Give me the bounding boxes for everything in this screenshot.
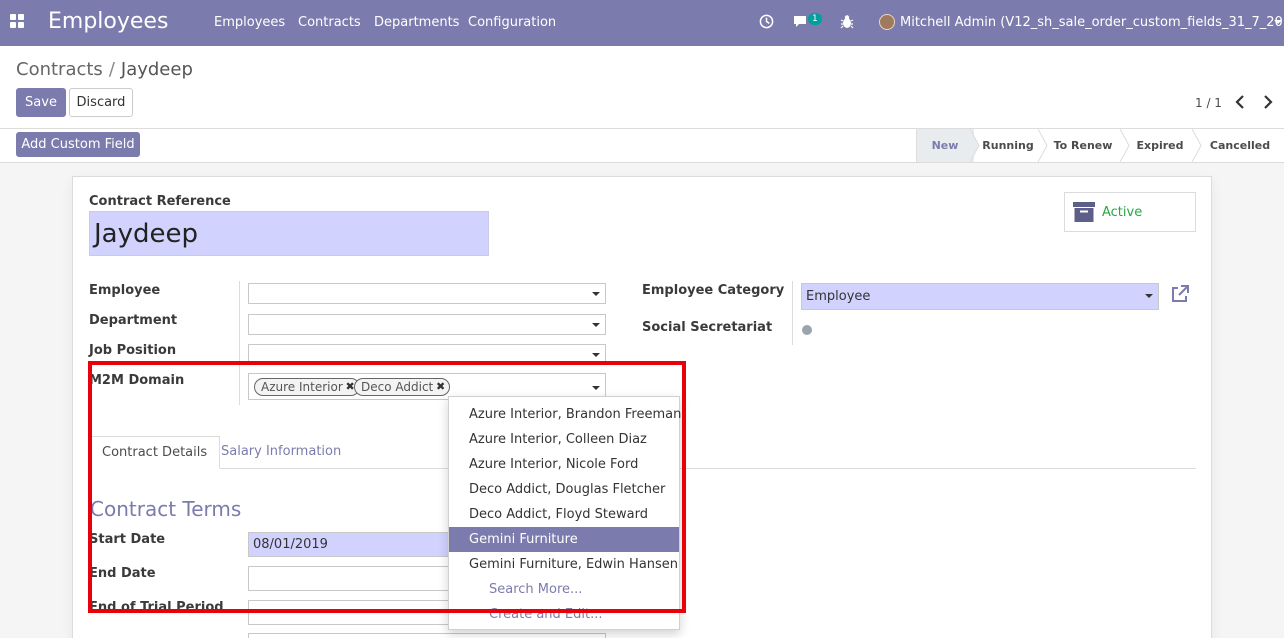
apps-menu-icon[interactable] [10,14,24,28]
stage-divider [1038,129,1048,162]
stage-to-renew[interactable]: To Renew [1042,129,1124,162]
user-menu-caret-icon[interactable] [1274,20,1282,24]
stage-expired[interactable]: Expired [1124,129,1196,162]
discard-button[interactable]: Discard [69,88,133,117]
contract-reference-input[interactable]: Jaydeep [89,211,489,256]
highlight-annotation-box [88,361,686,613]
external-link-icon[interactable] [1170,284,1190,304]
status-bar: Add Custom Field New Running To Renew Ex… [0,129,1284,163]
breadcrumb-current: Jaydeep [120,59,193,80]
stage-divider [970,129,980,162]
group-divider [792,281,793,345]
activity-clock-icon[interactable] [759,14,774,33]
debug-bug-icon[interactable] [840,14,854,33]
archive-icon [1073,202,1095,222]
menu-configuration[interactable]: Configuration [468,15,556,30]
employee-category-select[interactable]: Employee [801,283,1159,310]
stage-divider [1120,129,1130,162]
chevron-down-icon [592,323,600,327]
menu-contracts[interactable]: Contracts [298,15,361,30]
breadcrumb-separator: / [108,59,115,80]
pager-value[interactable]: 1 / 1 [1195,96,1222,110]
job-position-label: Job Position [89,343,177,358]
social-secretariat-indicator[interactable] [802,325,812,335]
breadcrumb-parent[interactable]: Contracts [16,59,103,80]
chat-count-badge: 1 [808,13,822,25]
breadcrumb: Contracts / Jaydeep [16,59,193,80]
stage-divider [916,129,917,162]
add-custom-field-button[interactable]: Add Custom Field [16,132,140,157]
working-schedule-select[interactable] [248,633,606,638]
department-select[interactable] [248,314,606,335]
menu-employees[interactable]: Employees [214,15,285,30]
department-label: Department [89,313,178,328]
active-label: Active [1102,205,1143,220]
user-menu[interactable]: Mitchell Admin (V12_sh_sale_order_custom… [900,15,1284,30]
chat-icon[interactable] [792,14,808,33]
active-toggle-button[interactable]: Active [1064,192,1196,232]
top-navbar: Employees Employees Contracts Department… [0,0,1284,46]
employee-select[interactable] [248,283,606,304]
chevron-down-icon [592,353,600,357]
pager-previous-icon[interactable] [1235,94,1245,113]
stage-divider [1192,129,1202,162]
pager-next-icon[interactable] [1263,94,1273,113]
contract-reference-label: Contract Reference [89,194,231,209]
employee-label: Employee [89,283,161,298]
menu-departments[interactable]: Departments [374,15,459,30]
employee-category-value: Employee [806,289,871,304]
app-title: Employees [48,9,169,34]
chevron-down-icon [1145,294,1153,298]
user-avatar[interactable] [879,14,895,30]
employee-category-label: Employee Category [642,283,785,298]
social-secretariat-label: Social Secretariat [642,320,773,335]
save-button[interactable]: Save [16,88,66,117]
stage-running[interactable]: Running [974,129,1042,162]
control-panel: Contracts / Jaydeep Save Discard 1 / 1 [0,46,1284,129]
stage-cancelled[interactable]: Cancelled [1196,129,1284,162]
chevron-down-icon [592,292,600,296]
